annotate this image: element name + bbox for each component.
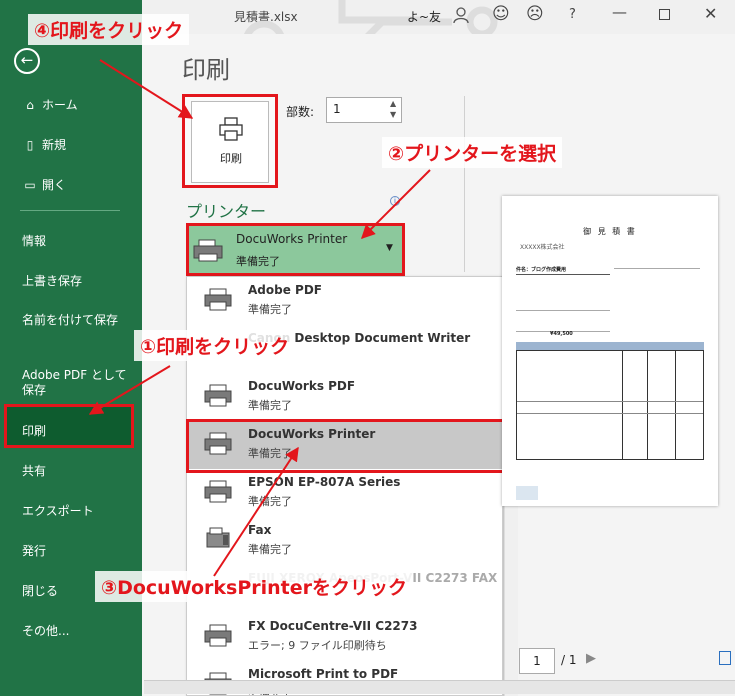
arrow-to-docuworks-printer: [213, 446, 299, 577]
arrow-to-printer-select: [361, 169, 431, 239]
arrow-to-print-button: [99, 59, 194, 119]
annotation-arrows: [88, 59, 431, 577]
arrow-to-sidebar-print: [88, 365, 171, 415]
